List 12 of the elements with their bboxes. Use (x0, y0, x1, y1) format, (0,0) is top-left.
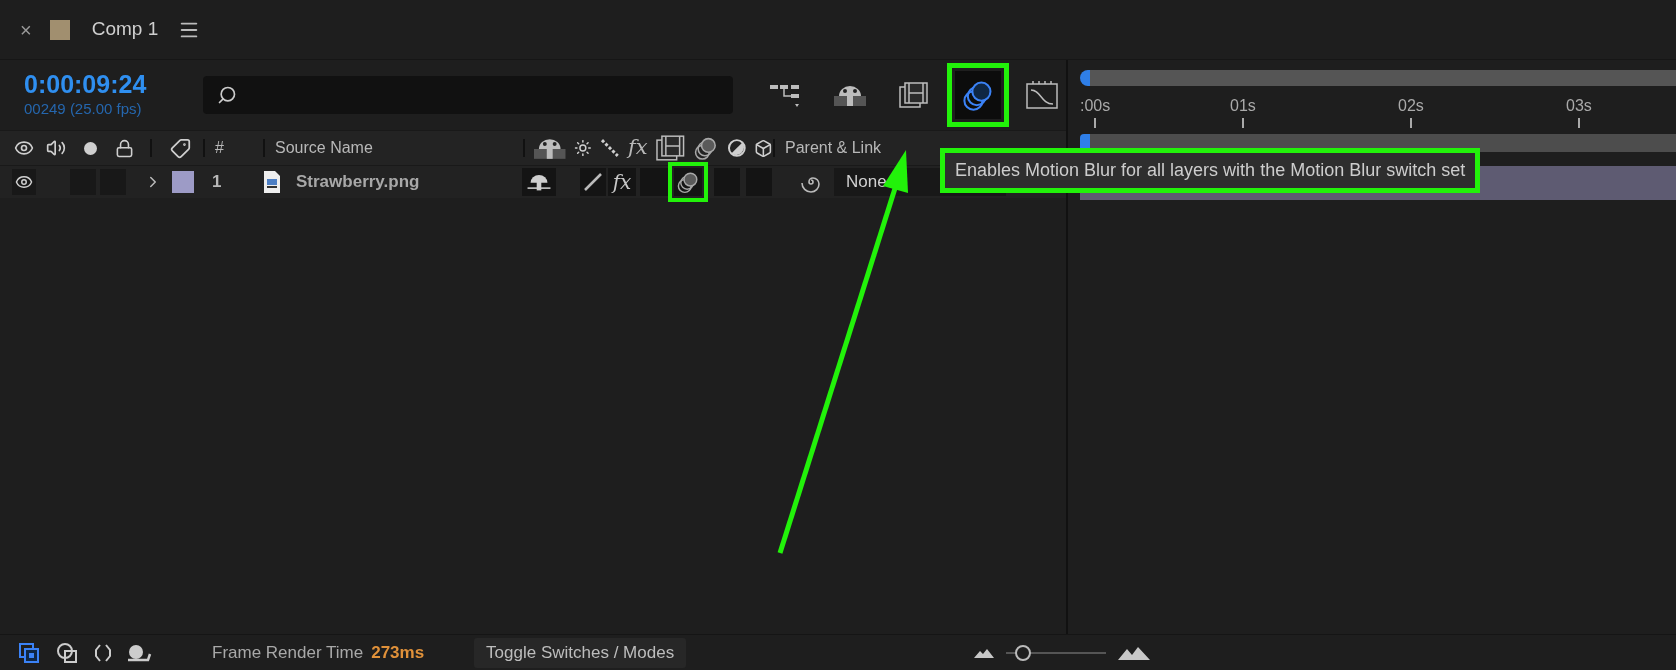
effect-icon: fx (627, 132, 648, 164)
time-ruler-label: 02s (1398, 96, 1424, 116)
time-ruler-label: 03s (1566, 96, 1592, 116)
tooltip: Enables Motion Blur for all layers with the Motion Blur switch set (940, 148, 1481, 193)
column-header: Parent & Link (785, 138, 882, 158)
layer-number: 1 (212, 171, 223, 194)
render-time-value: 273ms (371, 641, 425, 664)
time-ruler-label: :00s (1080, 96, 1111, 116)
time-ruler-label: 01s (1230, 96, 1256, 116)
column-header: # (215, 138, 225, 158)
frame-count: 00249 (25.00 fps) (24, 98, 143, 119)
render-time-label: Frame Render Time (212, 641, 364, 664)
